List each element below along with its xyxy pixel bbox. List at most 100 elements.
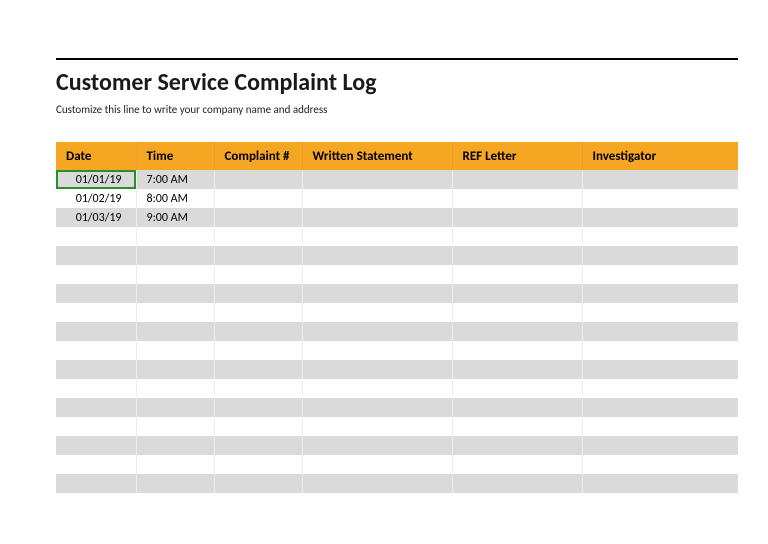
cell-time[interactable] (136, 455, 214, 474)
cell-time[interactable] (136, 379, 214, 398)
cell-complaint[interactable] (214, 436, 302, 455)
cell-ref[interactable] (452, 189, 582, 208)
cell-time[interactable] (136, 417, 214, 436)
cell-date[interactable] (56, 284, 136, 303)
cell-complaint[interactable] (214, 246, 302, 265)
cell-statement[interactable] (302, 208, 452, 227)
cell-complaint[interactable] (214, 379, 302, 398)
cell-ref[interactable] (452, 436, 582, 455)
cell-date[interactable] (56, 379, 136, 398)
cell-time[interactable] (136, 265, 214, 284)
cell-ref[interactable] (452, 322, 582, 341)
cell-complaint[interactable] (214, 208, 302, 227)
col-header-investigator[interactable]: Investigator (582, 142, 738, 170)
cell-date[interactable] (56, 303, 136, 322)
cell-date[interactable] (56, 417, 136, 436)
cell-time[interactable] (136, 398, 214, 417)
cell-date[interactable] (56, 436, 136, 455)
cell-ref[interactable] (452, 360, 582, 379)
cell-ref[interactable] (452, 208, 582, 227)
cell-date[interactable]: 01/02/19 (56, 189, 136, 208)
cell-investigator[interactable] (582, 474, 738, 493)
cell-investigator[interactable] (582, 246, 738, 265)
cell-complaint[interactable] (214, 227, 302, 246)
cell-investigator[interactable] (582, 436, 738, 455)
cell-investigator[interactable] (582, 455, 738, 474)
cell-time[interactable]: 8:00 AM (136, 189, 214, 208)
cell-complaint[interactable] (214, 284, 302, 303)
cell-complaint[interactable] (214, 322, 302, 341)
cell-complaint[interactable] (214, 360, 302, 379)
cell-ref[interactable] (452, 170, 582, 189)
cell-date[interactable] (56, 474, 136, 493)
cell-statement[interactable] (302, 455, 452, 474)
cell-investigator[interactable] (582, 227, 738, 246)
cell-statement[interactable] (302, 227, 452, 246)
cell-time[interactable] (136, 227, 214, 246)
cell-statement[interactable] (302, 265, 452, 284)
cell-statement[interactable] (302, 398, 452, 417)
cell-statement[interactable] (302, 303, 452, 322)
cell-investigator[interactable] (582, 189, 738, 208)
cell-complaint[interactable] (214, 398, 302, 417)
cell-date[interactable] (56, 246, 136, 265)
cell-time[interactable] (136, 360, 214, 379)
cell-time[interactable]: 9:00 AM (136, 208, 214, 227)
col-header-time[interactable]: Time (136, 142, 214, 170)
cell-time[interactable] (136, 322, 214, 341)
cell-date[interactable] (56, 455, 136, 474)
cell-ref[interactable] (452, 303, 582, 322)
cell-time[interactable] (136, 341, 214, 360)
cell-ref[interactable] (452, 398, 582, 417)
cell-ref[interactable] (452, 265, 582, 284)
cell-statement[interactable] (302, 474, 452, 493)
cell-investigator[interactable] (582, 322, 738, 341)
cell-ref[interactable] (452, 379, 582, 398)
cell-investigator[interactable] (582, 360, 738, 379)
cell-date[interactable] (56, 360, 136, 379)
cell-statement[interactable] (302, 246, 452, 265)
cell-ref[interactable] (452, 284, 582, 303)
cell-ref[interactable] (452, 417, 582, 436)
cell-complaint[interactable] (214, 417, 302, 436)
cell-ref[interactable] (452, 341, 582, 360)
cell-statement[interactable] (302, 189, 452, 208)
cell-date[interactable] (56, 227, 136, 246)
col-header-ref[interactable]: REF Letter (452, 142, 582, 170)
cell-complaint[interactable] (214, 455, 302, 474)
cell-time[interactable] (136, 436, 214, 455)
cell-complaint[interactable] (214, 341, 302, 360)
cell-statement[interactable] (302, 284, 452, 303)
cell-time[interactable] (136, 303, 214, 322)
cell-investigator[interactable] (582, 303, 738, 322)
cell-statement[interactable] (302, 170, 452, 189)
cell-complaint[interactable] (214, 189, 302, 208)
cell-statement[interactable] (302, 379, 452, 398)
cell-complaint[interactable] (214, 265, 302, 284)
cell-complaint[interactable] (214, 303, 302, 322)
col-header-complaint[interactable]: Complaint # (214, 142, 302, 170)
cell-investigator[interactable] (582, 341, 738, 360)
cell-date[interactable]: 01/03/19 (56, 208, 136, 227)
cell-date[interactable] (56, 341, 136, 360)
cell-investigator[interactable] (582, 265, 738, 284)
cell-time[interactable]: 7:00 AM (136, 170, 214, 189)
cell-time[interactable] (136, 474, 214, 493)
cell-investigator[interactable] (582, 284, 738, 303)
cell-statement[interactable] (302, 436, 452, 455)
cell-ref[interactable] (452, 227, 582, 246)
cell-ref[interactable] (452, 474, 582, 493)
cell-ref[interactable] (452, 455, 582, 474)
col-header-statement[interactable]: Written Statement (302, 142, 452, 170)
col-header-date[interactable]: Date (56, 142, 136, 170)
cell-statement[interactable] (302, 322, 452, 341)
cell-ref[interactable] (452, 246, 582, 265)
cell-date[interactable] (56, 322, 136, 341)
cell-investigator[interactable] (582, 398, 738, 417)
cell-date[interactable] (56, 398, 136, 417)
cell-investigator[interactable] (582, 379, 738, 398)
cell-date[interactable] (56, 265, 136, 284)
cell-investigator[interactable] (582, 417, 738, 436)
cell-investigator[interactable] (582, 170, 738, 189)
cell-time[interactable] (136, 284, 214, 303)
